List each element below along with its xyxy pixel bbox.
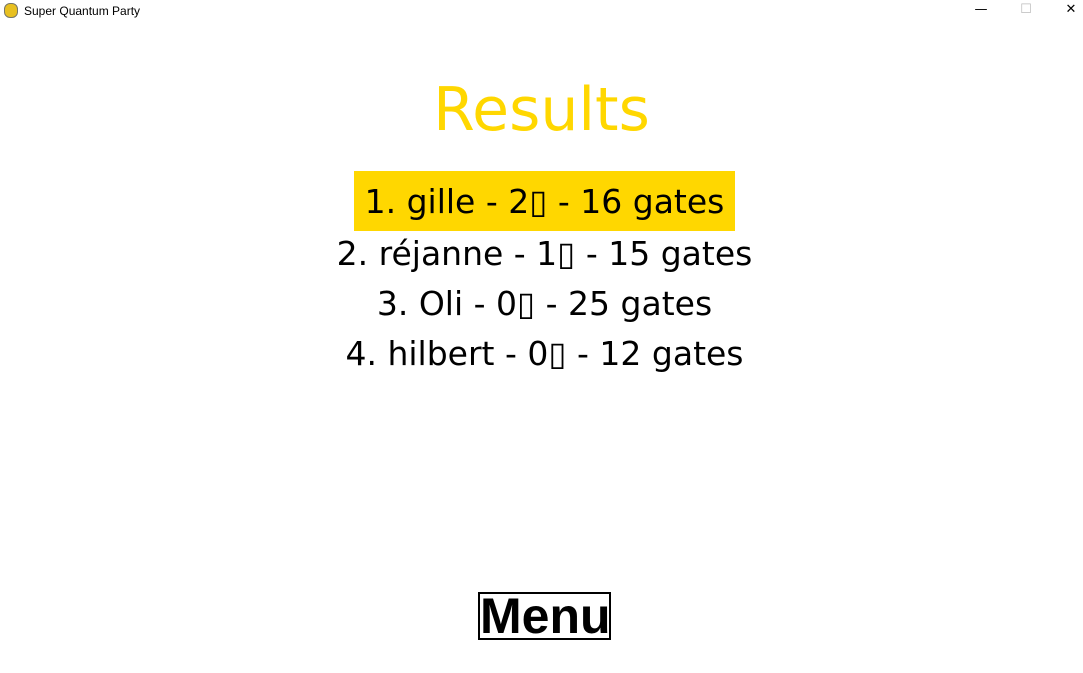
close-button[interactable]: ✕ bbox=[1048, 0, 1083, 22]
title-bar: Super Quantum Party — ☐ ✕ bbox=[0, 0, 1083, 22]
result-row-3: 3. Oli - 0▯ - 25 gates bbox=[0, 279, 1083, 329]
result-text: 3. Oli - 0▯ - 25 gates bbox=[376, 284, 713, 323]
result-row-1: 1. gille - 2▯ - 16 gates bbox=[0, 171, 1083, 231]
menu-button[interactable]: Menu bbox=[478, 591, 611, 641]
maximize-button[interactable]: ☐ bbox=[1003, 0, 1049, 22]
result-text: 4. hilbert - 0▯ - 12 gates bbox=[345, 334, 744, 373]
result-text: 1. gille - 2▯ - 16 gates bbox=[353, 171, 736, 231]
result-text: 2. réjanne - 1▯ - 15 gates bbox=[336, 234, 753, 273]
result-row-2: 2. réjanne - 1▯ - 15 gates bbox=[0, 229, 1083, 279]
minimize-button[interactable]: — bbox=[958, 0, 1004, 22]
result-row-4: 4. hilbert - 0▯ - 12 gates bbox=[0, 329, 1083, 379]
app-icon bbox=[4, 3, 18, 18]
results-heading: Results bbox=[433, 75, 650, 145]
window-title: Super Quantum Party bbox=[24, 4, 141, 18]
